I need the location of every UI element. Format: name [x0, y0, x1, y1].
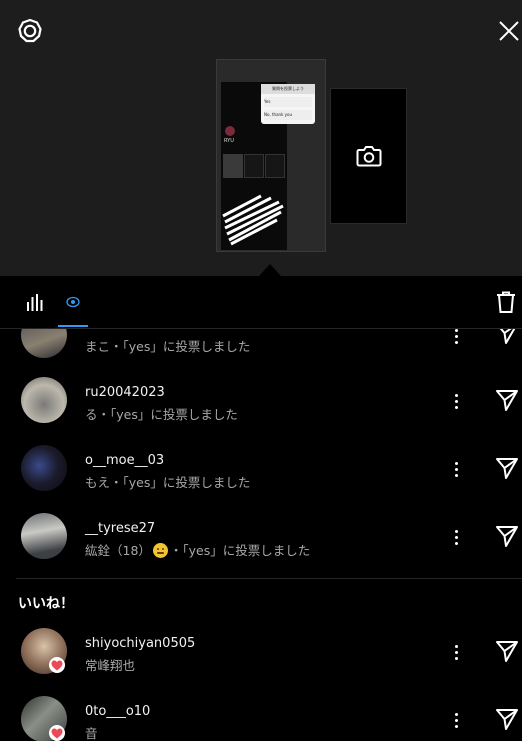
- vote-status-text: ・「yes」に投票しました: [169, 543, 311, 558]
- heart-icon: [51, 660, 63, 670]
- more-options-button[interactable]: [448, 389, 464, 413]
- section-divider: [16, 578, 522, 579]
- vote-status: もえ・「yes」に投票しました: [85, 475, 251, 490]
- more-options-button[interactable]: [448, 457, 464, 481]
- poll-title: 質問を投票しよう: [261, 84, 315, 94]
- username[interactable]: ru20042023: [85, 385, 165, 400]
- viewer-tab-bar: [0, 276, 522, 329]
- username[interactable]: 0to___o10: [85, 704, 150, 719]
- mini-post-3: [265, 154, 285, 178]
- settings-button[interactable]: [16, 17, 44, 45]
- send-icon[interactable]: [494, 523, 520, 549]
- list-item[interactable]: o__moe__03 もえ・「yes」に投票しました: [0, 445, 522, 513]
- list-item[interactable]: shiyochiyan0505 常峰翔也: [0, 628, 522, 696]
- likes-section-title: いいね！: [18, 596, 74, 612]
- list-item[interactable]: ru20042023 る・「yes」に投票しました: [0, 377, 522, 445]
- full-name: 常峰翔也: [85, 658, 136, 673]
- vote-status: まこ・「yes」に投票しました: [85, 339, 251, 354]
- tab-insights[interactable]: [22, 289, 48, 315]
- trash-icon: [497, 291, 515, 313]
- bar-chart-icon: [27, 294, 43, 311]
- poll-option-no: No, thank you: [264, 110, 312, 120]
- tab-viewers[interactable]: [62, 292, 84, 312]
- add-story-camera-card[interactable]: [330, 88, 407, 224]
- more-options-button[interactable]: [448, 329, 464, 348]
- send-icon[interactable]: [494, 638, 520, 664]
- more-options-button[interactable]: [448, 640, 464, 664]
- send-icon[interactable]: [494, 455, 520, 481]
- avatar[interactable]: [21, 377, 67, 423]
- like-heart-badge: [49, 657, 65, 673]
- delete-button[interactable]: [493, 289, 519, 315]
- full-name: 音: [85, 726, 98, 741]
- selection-pointer: [259, 264, 281, 276]
- poll-sticker: 質問を投票しよう Yes No, thank you: [261, 84, 315, 124]
- active-tab-underline: [58, 325, 88, 327]
- more-options-button[interactable]: [448, 708, 464, 732]
- heart-icon: [51, 728, 63, 738]
- like-heart-badge: [49, 725, 65, 741]
- story-preview-area: RYU 質問を投票しよう Yes No, thank you: [0, 0, 522, 276]
- username[interactable]: __tyrese27: [85, 521, 155, 536]
- poll-option-yes: Yes: [264, 97, 312, 107]
- vote-status-name: 紘銓（18）: [85, 543, 151, 558]
- send-icon[interactable]: [494, 387, 520, 413]
- profile-name-mini: RYU: [224, 138, 234, 144]
- mini-post-1: [223, 154, 243, 178]
- scribble-overlay: [222, 194, 284, 246]
- vote-status: る・「yes」に投票しました: [85, 407, 238, 422]
- avatar[interactable]: [21, 329, 67, 358]
- more-options-button[interactable]: [448, 525, 464, 549]
- viewer-list[interactable]: まこ・「yes」に投票しました ru20042023 る・「yes」に投票しまし…: [0, 329, 522, 741]
- avatar[interactable]: [21, 445, 67, 491]
- list-item[interactable]: まこ・「yes」に投票しました: [0, 329, 522, 377]
- username[interactable]: o__moe__03: [85, 453, 164, 468]
- eye-icon: [66, 296, 80, 308]
- story-thumbnail[interactable]: RYU 質問を投票しよう Yes No, thank you: [216, 59, 326, 252]
- grimace-emoji-icon: [152, 543, 168, 558]
- vote-status: 紘銓（18） ・「yes」に投票しました: [85, 540, 310, 559]
- gear-icon: [18, 18, 42, 43]
- list-item[interactable]: 0to___o10 音: [0, 696, 522, 741]
- mini-post-2: [244, 154, 264, 178]
- send-icon[interactable]: [494, 329, 520, 346]
- list-item[interactable]: __tyrese27 紘銓（18） ・「yes」に投票しました: [0, 513, 522, 581]
- profile-avatar-mini: [225, 126, 235, 136]
- username[interactable]: shiyochiyan0505: [85, 636, 195, 651]
- avatar[interactable]: [21, 513, 67, 559]
- close-icon: [499, 21, 519, 41]
- close-button[interactable]: [496, 18, 522, 44]
- send-icon[interactable]: [494, 706, 520, 732]
- camera-icon: [356, 146, 381, 167]
